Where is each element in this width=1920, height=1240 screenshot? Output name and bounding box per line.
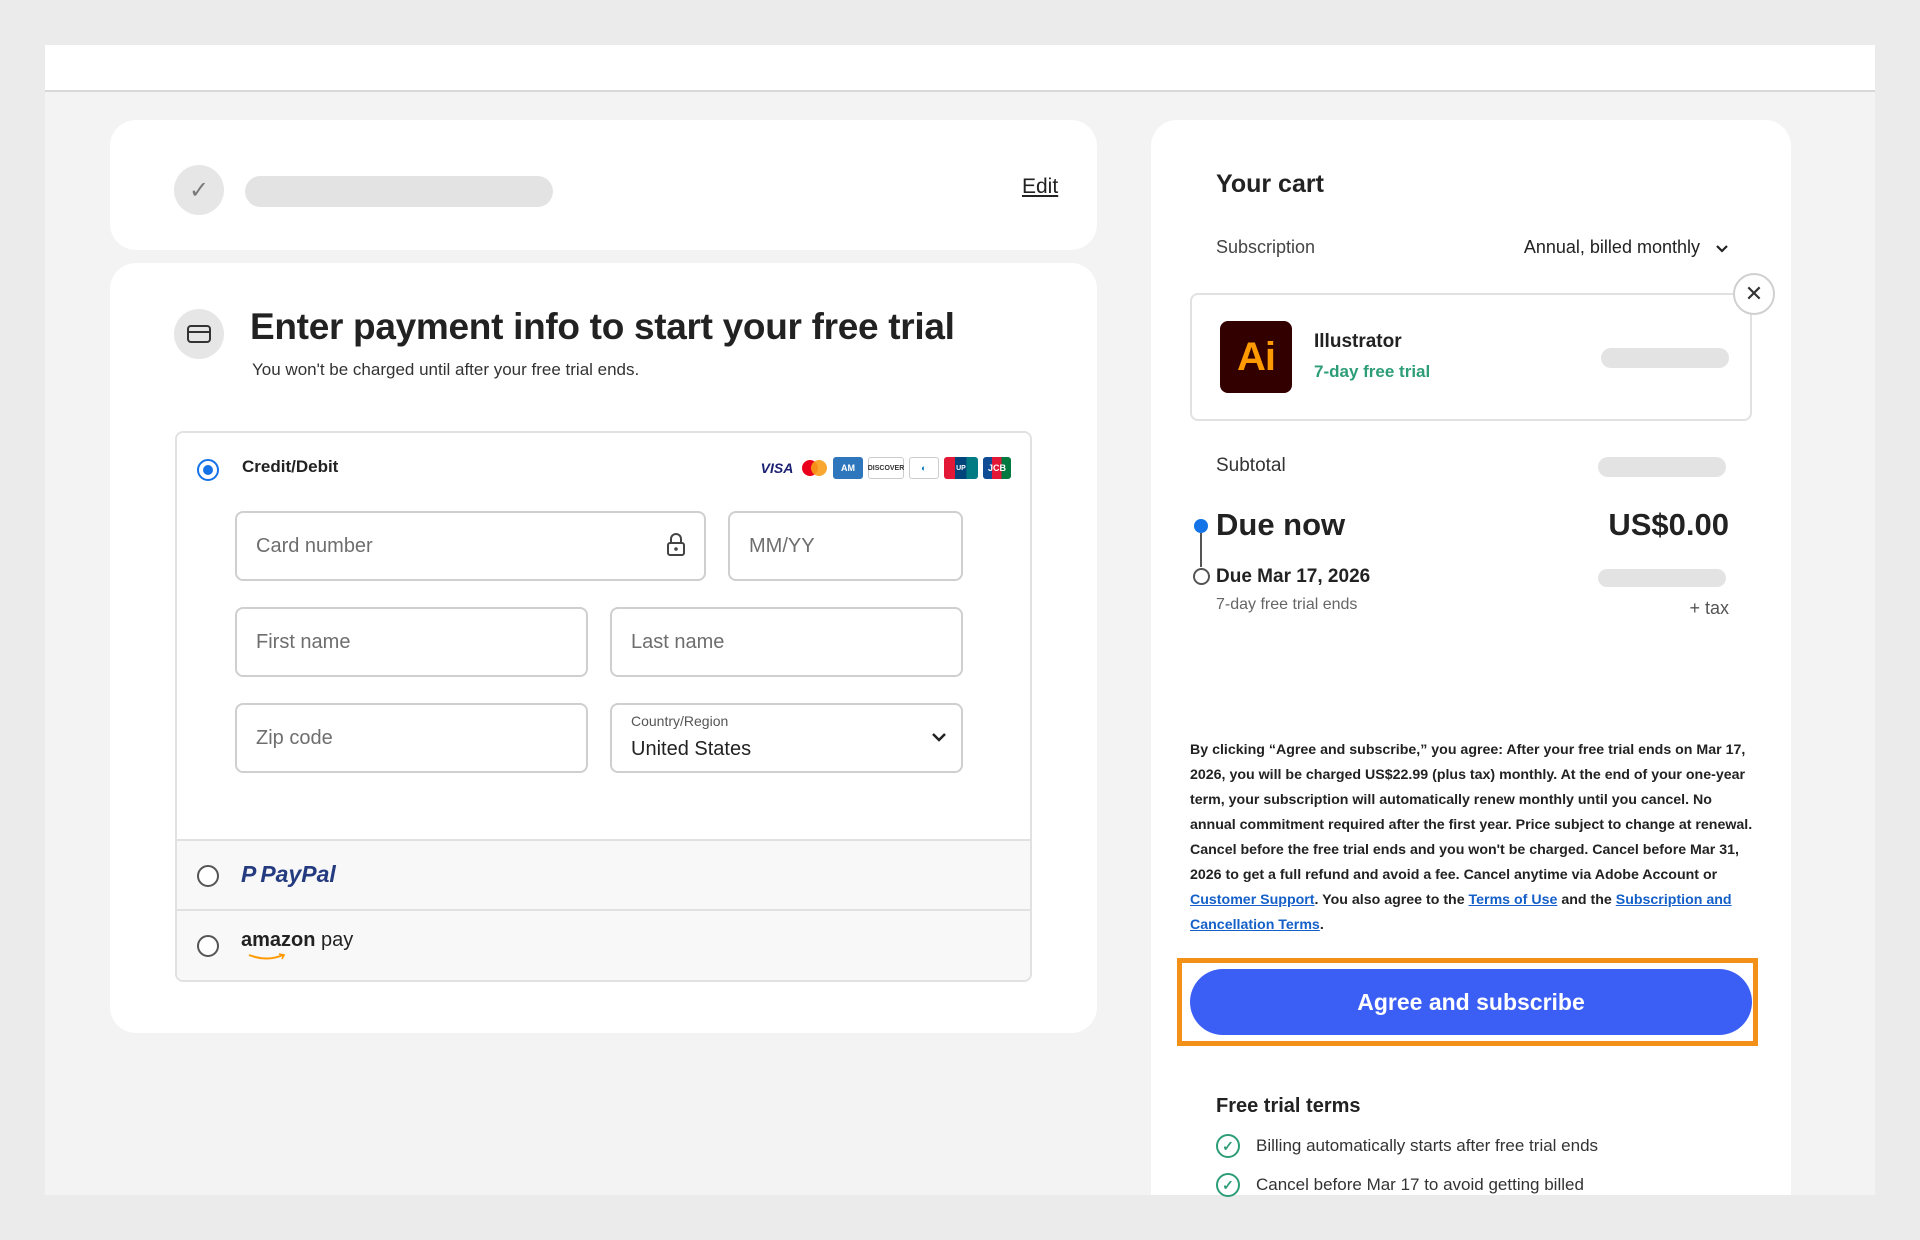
card-brand-logos: VISA AM DISCOVER ◐ UP JCB: [757, 457, 1011, 479]
legal-text-part2: . You also agree to the: [1314, 892, 1469, 908]
payment-step-card: Enter payment info to start your free tr…: [110, 263, 1097, 1033]
plus-tax-label: + tax: [1689, 598, 1729, 618]
due-now-label: Due now: [1216, 507, 1346, 542]
due-later-sublabel: 7-day free trial ends: [1216, 596, 1358, 613]
credit-debit-radio[interactable]: [197, 459, 219, 481]
subscription-label: Subscription: [1216, 237, 1316, 257]
amazon-pay-option[interactable]: amazon pay: [177, 911, 1030, 980]
legal-text-part3: and the: [1557, 892, 1616, 908]
last-name-placeholder: Last name: [631, 630, 725, 653]
subscription-value: Annual, billed monthly: [1523, 237, 1700, 257]
top-bar: [45, 45, 1875, 92]
due-now-value: US$0.00: [1608, 507, 1729, 542]
terms-of-use-link[interactable]: Terms of Use: [1469, 892, 1558, 908]
amex-logo-icon: AM: [833, 457, 863, 479]
paypal-label: PayPal: [260, 861, 336, 887]
card-number-field[interactable]: Card number: [235, 511, 706, 581]
check-circle-icon: ✓: [1216, 1134, 1240, 1158]
first-name-placeholder: First name: [256, 630, 351, 653]
agree-and-subscribe-button[interactable]: Agree and subscribe: [1190, 969, 1752, 1035]
due-later-price-placeholder: [1598, 569, 1726, 587]
credit-debit-label: Credit/Debit: [242, 457, 339, 476]
amazon-brand: amazon: [241, 929, 316, 951]
country-value: United States: [631, 738, 752, 760]
paypal-option[interactable]: P PayPal: [177, 841, 1030, 911]
lock-icon: [666, 533, 686, 563]
free-trial-term-item: ✓ Billing automatically starts after fre…: [1216, 1134, 1598, 1158]
diners-club-logo-icon: ◐: [909, 457, 939, 479]
checkout-page: ✓ Edit Enter payment info to start your …: [45, 45, 1875, 1197]
remove-item-button[interactable]: ✕: [1733, 273, 1775, 315]
last-name-field[interactable]: Last name: [610, 607, 963, 677]
account-step-card: ✓ Edit: [110, 120, 1097, 250]
mastercard-logo-icon: [802, 457, 828, 479]
timeline-dot-later: [1193, 568, 1210, 585]
zip-code-placeholder: Zip code: [256, 726, 333, 749]
chevron-down-icon: [931, 729, 947, 747]
unionpay-logo-icon: UP: [944, 457, 978, 479]
close-icon: ✕: [1744, 281, 1764, 306]
legal-text: By clicking “Agree and subscribe,” you a…: [1190, 738, 1760, 938]
card-number-placeholder: Card number: [256, 534, 373, 557]
subtotal-label: Subtotal: [1216, 455, 1286, 476]
country-label: Country/Region: [631, 713, 729, 729]
chevron-down-icon: [1716, 245, 1728, 253]
illustrator-app-icon: Ai: [1220, 321, 1292, 393]
edit-link[interactable]: Edit: [1022, 175, 1058, 199]
account-info-placeholder: [245, 176, 553, 207]
product-price-placeholder: [1601, 348, 1729, 368]
legal-text-part1: By clicking “Agree and subscribe,” you a…: [1190, 742, 1753, 883]
subtotal-price-placeholder: [1598, 457, 1726, 477]
amazon-pay-logo-icon: amazon pay: [241, 929, 354, 960]
timeline-dot-now: [1194, 519, 1208, 533]
step-complete-check-icon: ✓: [174, 165, 224, 215]
cart-title: Your cart: [1216, 170, 1324, 198]
payment-title: Enter payment info to start your free tr…: [250, 306, 955, 347]
paypal-radio[interactable]: [197, 865, 219, 887]
product-name: Illustrator: [1314, 331, 1402, 352]
customer-support-link[interactable]: Customer Support: [1190, 892, 1315, 908]
paypal-logo-icon: P PayPal: [241, 861, 336, 887]
credit-debit-option: Credit/Debit VISA AM DISCOVER ◐ UP JCB C…: [177, 433, 1030, 841]
discover-logo-icon: DISCOVER: [868, 457, 904, 479]
payment-methods: Credit/Debit VISA AM DISCOVER ◐ UP JCB C…: [175, 431, 1032, 982]
expiry-placeholder: MM/YY: [749, 534, 815, 557]
legal-text-part4: .: [1319, 917, 1324, 933]
due-later-label: Due Mar 17, 2026: [1216, 566, 1371, 587]
free-trial-terms-title: Free trial terms: [1216, 1095, 1361, 1117]
jcb-logo-icon: JCB: [983, 457, 1011, 479]
zip-code-field[interactable]: Zip code: [235, 703, 588, 773]
expiry-field[interactable]: MM/YY: [728, 511, 963, 581]
country-select[interactable]: Country/Region United States: [610, 703, 963, 773]
payment-subtitle: You won't be charged until after your fr…: [252, 360, 640, 379]
cart-product-item: Ai Illustrator 7-day free trial: [1190, 293, 1752, 421]
check-circle-icon: ✓: [1216, 1173, 1240, 1197]
cart-panel: Your cart Subscription Annual, billed mo…: [1151, 120, 1791, 1197]
term-text: Cancel before Mar 17 to avoid getting bi…: [1256, 1175, 1584, 1194]
amazon-pay-radio[interactable]: [197, 935, 219, 957]
term-text: Billing automatically starts after free …: [1256, 1136, 1599, 1155]
amazon-pay-text: pay: [321, 929, 354, 951]
visa-logo-icon: VISA: [760, 460, 794, 476]
timeline-line: [1200, 533, 1202, 567]
credit-card-icon: [174, 309, 224, 359]
first-name-field[interactable]: First name: [235, 607, 588, 677]
subscription-dropdown[interactable]: Annual, billed monthly: [1524, 237, 1729, 258]
product-trial: 7-day free trial: [1314, 362, 1431, 381]
free-trial-term-item: ✓ Cancel before Mar 17 to avoid getting …: [1216, 1173, 1584, 1197]
